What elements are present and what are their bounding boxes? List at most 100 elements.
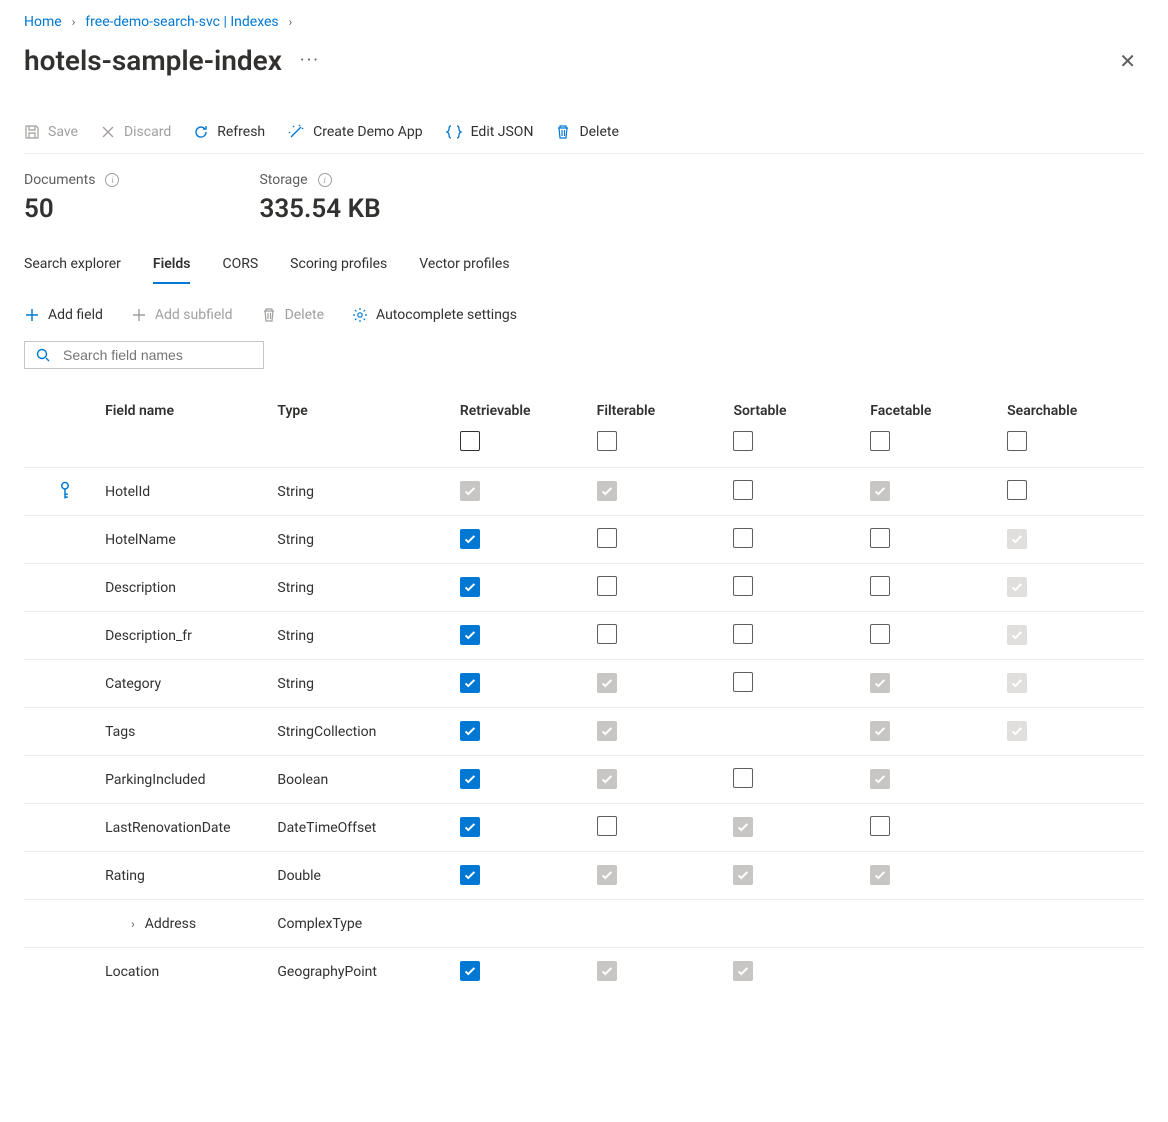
checkbox-sortable[interactable] <box>733 480 753 500</box>
wand-icon <box>287 123 305 141</box>
table-row[interactable]: HotelNameString <box>24 516 1144 564</box>
checkbox-facetable[interactable] <box>870 816 890 836</box>
more-actions-button[interactable]: ··· <box>300 52 320 70</box>
chevron-right-icon: › <box>289 15 293 29</box>
autocomplete-settings-button[interactable]: Autocomplete settings <box>352 307 517 323</box>
delete-field-button[interactable]: Delete <box>261 307 324 323</box>
table-row[interactable]: HotelIdString <box>24 468 1144 516</box>
checkbox-filterable <box>597 673 617 693</box>
table-row[interactable]: LastRenovationDateDateTimeOffset <box>24 804 1144 852</box>
checkbox-facetable[interactable] <box>870 624 890 644</box>
checkbox-filterable[interactable] <box>597 528 617 548</box>
table-row[interactable]: CategoryString <box>24 660 1144 708</box>
checkbox-retrievable[interactable] <box>460 865 480 885</box>
select-all-facetable[interactable] <box>870 431 890 451</box>
checkbox-sortable[interactable] <box>733 624 753 644</box>
edit-json-label: Edit JSON <box>471 124 534 140</box>
info-icon[interactable]: i <box>105 173 119 187</box>
close-button[interactable]: ✕ <box>1111 45 1144 77</box>
tab-search-explorer[interactable]: Search explorer <box>24 248 121 284</box>
select-all-searchable[interactable] <box>1007 431 1027 451</box>
search-fields-box[interactable] <box>24 341 264 369</box>
checkbox-filterable[interactable] <box>597 816 617 836</box>
breadcrumb-home[interactable]: Home <box>24 14 62 30</box>
field-type: GeographyPoint <box>277 948 459 996</box>
checkbox-retrievable[interactable] <box>460 529 480 549</box>
checkbox-sortable[interactable] <box>733 768 753 788</box>
field-name: Address <box>145 916 196 932</box>
checkbox-filterable <box>597 481 617 501</box>
documents-value: 50 <box>24 194 119 224</box>
tab-scoring-profiles[interactable]: Scoring profiles <box>290 248 387 284</box>
checkbox-filterable[interactable] <box>597 576 617 596</box>
table-row[interactable]: DescriptionString <box>24 564 1144 612</box>
checkbox-facetable[interactable] <box>870 576 890 596</box>
field-type: String <box>277 564 459 612</box>
checkbox-facetable[interactable] <box>870 528 890 548</box>
create-demo-app-label: Create Demo App <box>313 124 422 140</box>
checkbox-retrievable[interactable] <box>460 673 480 693</box>
checkbox-sortable <box>733 817 753 837</box>
table-row[interactable]: ParkingIncludedBoolean <box>24 756 1144 804</box>
tab-fields[interactable]: Fields <box>153 248 191 284</box>
table-row[interactable]: Description_frString <box>24 612 1144 660</box>
save-button[interactable]: Save <box>24 124 78 140</box>
checkbox-sortable <box>733 865 753 885</box>
refresh-button[interactable]: Refresh <box>193 124 265 140</box>
add-subfield-button[interactable]: Add subfield <box>131 307 233 323</box>
checkbox-retrievable[interactable] <box>460 721 480 741</box>
tab-cors[interactable]: CORS <box>222 248 258 284</box>
tab-vector-profiles[interactable]: Vector profiles <box>419 248 509 284</box>
breadcrumb-service[interactable]: free-demo-search-svc | Indexes <box>85 14 278 30</box>
col-field-name: Field name <box>105 393 277 431</box>
col-type: Type <box>277 393 459 431</box>
field-name: Tags <box>105 724 135 740</box>
field-name: ParkingIncluded <box>105 772 205 788</box>
field-type: ComplexType <box>277 900 459 948</box>
search-icon <box>35 347 51 363</box>
checkbox-filterable[interactable] <box>597 624 617 644</box>
delete-label: Delete <box>579 124 618 140</box>
page-title: hotels-sample-index <box>24 44 282 77</box>
checkbox-sortable[interactable] <box>733 528 753 548</box>
checkbox-searchable[interactable] <box>1007 480 1027 500</box>
select-all-sortable[interactable] <box>733 431 753 451</box>
checkbox-facetable <box>870 673 890 693</box>
field-name: LastRenovationDate <box>105 820 230 836</box>
checkbox-retrievable[interactable] <box>460 769 480 789</box>
checkbox-sortable[interactable] <box>733 672 753 692</box>
edit-json-button[interactable]: Edit JSON <box>445 123 534 141</box>
checkbox-retrievable[interactable] <box>460 577 480 597</box>
field-type: Double <box>277 852 459 900</box>
checkbox-retrievable[interactable] <box>460 625 480 645</box>
discard-button[interactable]: Discard <box>100 124 171 140</box>
checkbox-sortable[interactable] <box>733 576 753 596</box>
select-all-filterable[interactable] <box>597 431 617 451</box>
tabs: Search explorer Fields CORS Scoring profile… <box>24 248 1144 285</box>
field-name: HotelName <box>105 532 176 548</box>
table-row[interactable]: LocationGeographyPoint <box>24 948 1144 996</box>
chevron-right-icon[interactable]: › <box>131 917 135 931</box>
select-all-retrievable[interactable] <box>460 431 480 451</box>
search-fields-input[interactable] <box>61 346 253 364</box>
create-demo-app-button[interactable]: Create Demo App <box>287 123 422 141</box>
col-filterable: Filterable <box>597 393 734 431</box>
storage-value: 335.54 KB <box>259 194 380 224</box>
checkbox-searchable <box>1007 673 1027 693</box>
refresh-label: Refresh <box>217 124 265 140</box>
field-name: Category <box>105 676 161 692</box>
checkbox-filterable <box>597 865 617 885</box>
table-row[interactable]: › Address ComplexType <box>24 900 1144 948</box>
checkbox-retrievable[interactable] <box>460 961 480 981</box>
delete-button[interactable]: Delete <box>555 124 618 140</box>
checkbox-retrievable <box>460 481 480 501</box>
table-row[interactable]: TagsStringCollection <box>24 708 1144 756</box>
storage-label: Storage <box>259 172 307 188</box>
info-icon[interactable]: i <box>318 173 332 187</box>
checkbox-retrievable[interactable] <box>460 817 480 837</box>
key-icon <box>52 477 77 502</box>
col-retrievable: Retrievable <box>460 393 597 431</box>
table-row[interactable]: RatingDouble <box>24 852 1144 900</box>
checkbox-searchable <box>1007 625 1027 645</box>
add-field-button[interactable]: Add field <box>24 307 103 323</box>
